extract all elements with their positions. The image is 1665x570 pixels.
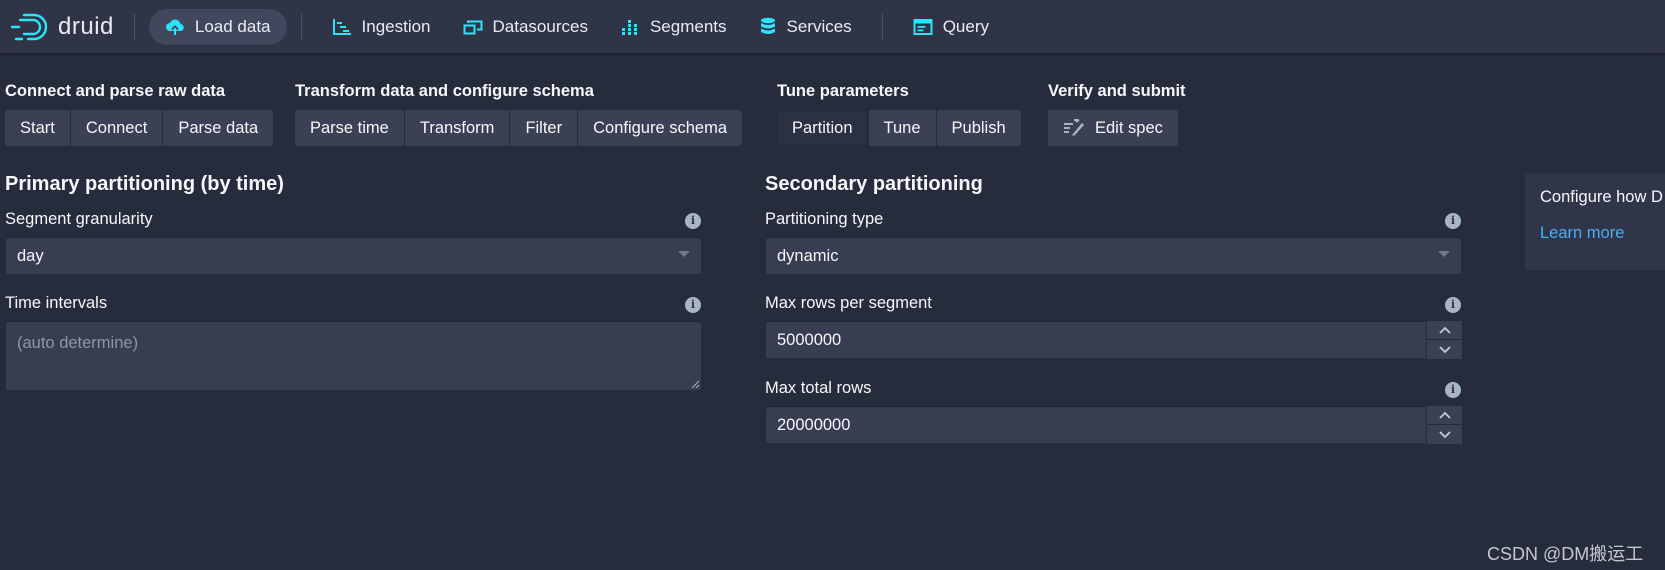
nav-load-data[interactable]: Load data: [148, 8, 287, 45]
step-group-title: Connect and parse raw data: [5, 82, 226, 100]
segment-granularity-select[interactable]: day: [5, 237, 702, 275]
caret-down-icon: [678, 251, 690, 257]
druid-logo-icon: [10, 13, 48, 40]
top-navbar: druid Load data Ingestion Datasources Se…: [0, 0, 1665, 53]
max-rows-per-segment-label: Max rows per segment: [765, 294, 932, 312]
step-filter-button[interactable]: Filter: [510, 110, 579, 146]
chevron-up-icon: [1438, 411, 1451, 419]
segment-granularity-label: Segment granularity: [5, 210, 153, 228]
application-icon: [913, 18, 933, 35]
chevron-down-icon: [1438, 345, 1451, 353]
nav-datasources[interactable]: Datasources: [447, 9, 604, 45]
step-group-transform: Transform data and configure schema Pars…: [295, 80, 743, 146]
info-icon[interactable]: i: [685, 213, 701, 229]
database-icon: [760, 17, 775, 34]
partitioning-type-value: dynamic: [777, 246, 839, 265]
step-tune-button[interactable]: Tune: [868, 110, 937, 146]
increment-button[interactable]: [1427, 406, 1462, 425]
nav-datasources-label: Datasources: [492, 16, 588, 36]
help-panel-text: Configure how D: [1540, 188, 1663, 206]
step-group-tune: Tune parameters Partition Tune Publish: [777, 80, 1021, 146]
info-icon[interactable]: i: [685, 297, 701, 313]
nav-query[interactable]: Query: [897, 9, 1005, 45]
nav-divider: [881, 13, 883, 40]
nav-divider: [133, 13, 135, 40]
chevron-down-icon: [1438, 430, 1451, 438]
step-configure-schema-button[interactable]: Configure schema: [578, 110, 743, 146]
step-publish-button[interactable]: Publish: [936, 110, 1021, 146]
chevron-up-icon: [1438, 326, 1451, 334]
watermark: CSDN @DM搬运工: [1487, 544, 1644, 564]
step-group-title: Verify and submit: [1048, 82, 1186, 100]
gantt-chart-icon: [332, 18, 351, 35]
logo-text: druid: [58, 12, 114, 40]
multi-select-icon: [463, 20, 483, 34]
time-intervals-placeholder: (auto determine): [17, 334, 139, 352]
increment-button[interactable]: [1427, 321, 1462, 340]
step-connect-button[interactable]: Connect: [70, 110, 164, 146]
secondary-partitioning-title: Secondary partitioning: [765, 173, 983, 195]
segment-granularity-value: day: [17, 246, 44, 265]
nav-segments[interactable]: Segments: [604, 9, 743, 45]
info-icon[interactable]: i: [1445, 297, 1461, 313]
decrement-button[interactable]: [1427, 340, 1462, 359]
learn-more-link[interactable]: Learn more: [1540, 224, 1624, 243]
stacked-chart-icon: [621, 19, 637, 35]
cloud-upload-icon: [165, 19, 184, 35]
nav-divider: [300, 13, 302, 40]
step-group-connect: Connect and parse raw data Start Connect…: [5, 80, 274, 146]
step-transform-button[interactable]: Transform: [404, 110, 511, 146]
step-partition-button[interactable]: Partition: [777, 110, 869, 146]
step-parse-data-button[interactable]: Parse data: [163, 110, 274, 146]
time-intervals-label: Time intervals: [5, 294, 108, 312]
step-edit-spec-button[interactable]: Edit spec: [1048, 110, 1178, 146]
caret-down-icon: [1438, 251, 1450, 257]
nav-ingestion-label: Ingestion: [361, 16, 431, 36]
numeric-stepper: [1426, 406, 1462, 444]
decrement-button[interactable]: [1427, 425, 1462, 444]
edit-spec-icon: [1064, 119, 1084, 136]
step-parse-time-button[interactable]: Parse time: [295, 110, 405, 146]
nav-ingestion[interactable]: Ingestion: [316, 9, 447, 45]
nav-segments-label: Segments: [649, 16, 727, 36]
help-panel: Configure how D Learn more: [1525, 173, 1665, 270]
step-group-verify: Verify and submit Edit spec: [1048, 80, 1186, 146]
nav-query-label: Query: [942, 16, 989, 36]
partitioning-type-select[interactable]: dynamic: [765, 237, 1462, 275]
primary-partitioning-title: Primary partitioning (by time): [5, 173, 284, 195]
info-icon[interactable]: i: [1445, 382, 1461, 398]
info-icon[interactable]: i: [1445, 213, 1461, 229]
nav-load-data-label: Load data: [194, 16, 271, 36]
step-group-title: Tune parameters: [777, 82, 909, 100]
druid-logo[interactable]: druid: [10, 0, 114, 53]
max-total-rows-input[interactable]: 20000000: [765, 406, 1462, 444]
step-start-button[interactable]: Start: [5, 110, 71, 146]
nav-services-label: Services: [786, 16, 852, 36]
max-rows-per-segment-input[interactable]: 5000000: [765, 321, 1462, 359]
max-total-rows-value: 20000000: [777, 415, 851, 434]
max-total-rows-label: Max total rows: [765, 379, 872, 397]
partitioning-type-label: Partitioning type: [765, 210, 884, 228]
nav-services[interactable]: Services: [743, 9, 868, 45]
max-rows-per-segment-value: 5000000: [777, 330, 842, 349]
time-intervals-textarea[interactable]: (auto determine): [5, 321, 702, 391]
resize-handle-icon[interactable]: [691, 380, 699, 388]
step-group-title: Transform data and configure schema: [295, 82, 594, 100]
numeric-stepper: [1426, 321, 1462, 359]
edit-spec-label: Edit spec: [1095, 118, 1163, 137]
